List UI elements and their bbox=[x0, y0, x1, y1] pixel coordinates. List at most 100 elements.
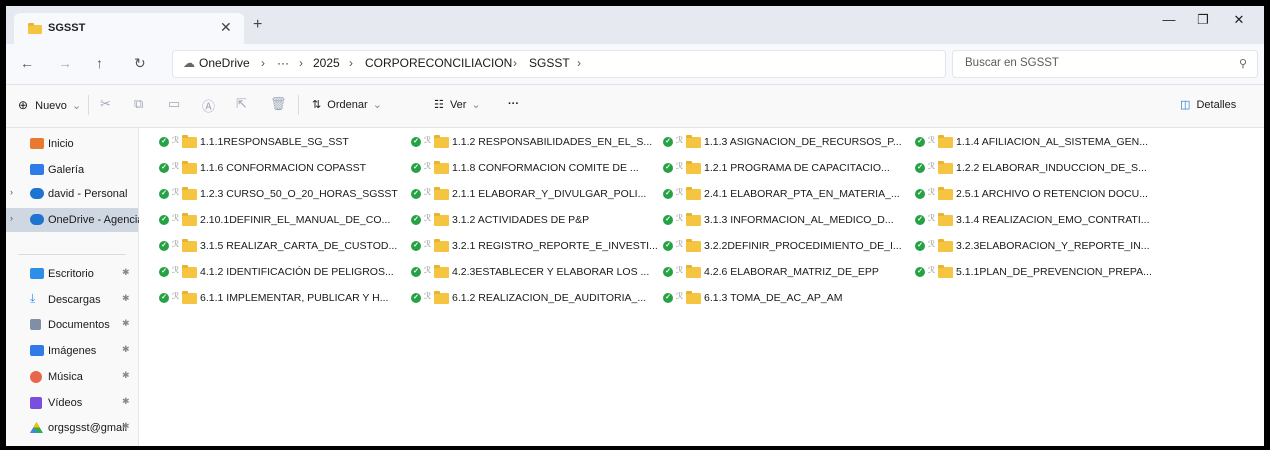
sidebar-item-onedrive-agencia[interactable]: › OneDrive - Agencia bbox=[6, 208, 143, 232]
view-label: Ver bbox=[449, 99, 467, 111]
minimize-button[interactable]: — bbox=[1152, 12, 1186, 32]
chevron-right-icon: › bbox=[577, 56, 581, 70]
sync-status-icon: ✓ bbox=[411, 215, 421, 225]
chevron-right-icon[interactable]: › bbox=[10, 213, 13, 223]
sync-status-icon: ✓ bbox=[915, 267, 925, 277]
pictures-icon bbox=[30, 345, 44, 356]
forward-button[interactable]: → bbox=[58, 55, 72, 71]
sidebar-item-label: orgsgsst@gmail bbox=[48, 422, 128, 434]
shared-person-icon: ℛ bbox=[676, 291, 684, 301]
tab-sgsst[interactable]: SGSST ✕ bbox=[14, 13, 244, 44]
sidebar-item-label: Música bbox=[48, 371, 83, 383]
copy-icon[interactable]: ⧉ bbox=[134, 96, 143, 112]
breadcrumb-2025[interactable]: 2025 bbox=[313, 56, 340, 70]
view-button[interactable]: ☷ Ver ⌄ bbox=[434, 98, 481, 111]
address-bar[interactable]: ☁ OneDrive › ··· › 2025 › CORPORECONCILI… bbox=[172, 50, 946, 78]
sidebar-item-galeria[interactable]: Galería bbox=[6, 158, 138, 182]
breadcrumb-onedrive[interactable]: OneDrive bbox=[199, 56, 250, 70]
folder-name: 2.1.1 ELABORAR_Y_DIVULGAR_POLI... bbox=[452, 188, 647, 200]
sidebar-item-inicio[interactable]: Inicio bbox=[6, 132, 138, 156]
sync-status-icon: ✓ bbox=[411, 189, 421, 199]
shared-person-icon: ℛ bbox=[172, 187, 180, 197]
sidebar-item-orgsgsst[interactable]: orgsgsst@gmail ✱ bbox=[6, 416, 138, 440]
rename-icon[interactable]: Ⓐ bbox=[202, 96, 215, 115]
pin-icon: ✱ bbox=[122, 370, 130, 380]
folder-name: 6.1.3 TOMA_DE_AC_AP_AM bbox=[704, 292, 843, 304]
sidebar-item-videos[interactable]: Vídeos ✱ bbox=[6, 391, 138, 415]
tab-close-icon[interactable]: ✕ bbox=[220, 19, 232, 36]
new-button[interactable]: ⊕ Nuevo ⌄ bbox=[18, 98, 81, 112]
sync-status-icon: ✓ bbox=[663, 189, 673, 199]
sidebar-item-label: david - Personal bbox=[48, 188, 128, 200]
file-explorer-window: SGSST ✕ + — ❐ ✕ ← → ↑ ↻ ☁ OneDrive › ···… bbox=[6, 6, 1264, 446]
sidebar-item-musica[interactable]: Música ✱ bbox=[6, 365, 138, 389]
back-button[interactable]: ← bbox=[20, 55, 34, 71]
share-icon[interactable]: ⇱ bbox=[236, 96, 247, 112]
folder-icon bbox=[686, 265, 701, 278]
up-button[interactable]: ↑ bbox=[96, 55, 103, 71]
delete-icon[interactable]: 🗑 bbox=[270, 96, 287, 112]
sort-button[interactable]: ⇅ Ordenar ⌄ bbox=[312, 98, 382, 111]
search-box[interactable]: Buscar en SGSST ⚲ bbox=[952, 50, 1258, 78]
sync-status-icon: ✓ bbox=[663, 163, 673, 173]
close-window-button[interactable]: ✕ bbox=[1222, 12, 1256, 32]
chevron-down-icon: ⌄ bbox=[471, 99, 481, 111]
shared-person-icon: ℛ bbox=[928, 187, 936, 197]
sync-status-icon: ✓ bbox=[159, 137, 169, 147]
shared-person-icon: ℛ bbox=[424, 265, 432, 275]
details-pane-icon: ◫ bbox=[1180, 99, 1191, 111]
folder-icon bbox=[686, 239, 701, 252]
home-icon bbox=[30, 138, 44, 149]
pin-icon: ✱ bbox=[122, 344, 130, 354]
folder-icon bbox=[434, 135, 449, 148]
folder-icon bbox=[938, 135, 953, 148]
drive-icon bbox=[30, 422, 43, 434]
folder-name: 3.1.3 INFORMACION_AL_MEDICO_D... bbox=[704, 214, 894, 226]
new-label: Nuevo bbox=[35, 100, 67, 112]
folder-icon bbox=[938, 213, 953, 226]
folder-name: 3.2.1 REGISTRO_REPORTE_E_INVESTI... bbox=[452, 240, 658, 252]
maximize-button[interactable]: ❐ bbox=[1186, 12, 1220, 32]
more-options-button[interactable]: ··· bbox=[508, 98, 519, 110]
cut-icon[interactable]: ✂ bbox=[100, 96, 111, 112]
sidebar-item-label: Galería bbox=[48, 164, 85, 176]
folder-icon bbox=[938, 187, 953, 200]
sync-status-icon: ✓ bbox=[411, 267, 421, 277]
shared-person-icon: ℛ bbox=[676, 161, 684, 171]
address-row: ← → ↑ ↻ ☁ OneDrive › ··· › 2025 › CORPOR… bbox=[6, 44, 1264, 85]
chevron-right-icon[interactable]: › bbox=[10, 187, 13, 197]
sync-status-icon: ✓ bbox=[915, 163, 925, 173]
shared-person-icon: ℛ bbox=[172, 291, 180, 301]
folder-name: 2.4.1 ELABORAR_PTA_EN_MATERIA_... bbox=[704, 188, 900, 200]
folder-name: 6.1.2 REALIZACION_DE_AUDITORIA_... bbox=[452, 292, 647, 304]
folder-name: 4.2.6 ELABORAR_MATRIZ_DE_EPP bbox=[704, 266, 879, 278]
sidebar-item-imagenes[interactable]: Imágenes ✱ bbox=[6, 339, 138, 363]
breadcrumb-more[interactable]: ··· bbox=[277, 56, 289, 70]
search-input[interactable]: Buscar en SGSST bbox=[965, 57, 1059, 69]
sync-status-icon: ✓ bbox=[411, 293, 421, 303]
shared-person-icon: ℛ bbox=[424, 239, 432, 249]
shared-person-icon: ℛ bbox=[424, 291, 432, 301]
sidebar-item-label: Imágenes bbox=[48, 345, 97, 357]
sidebar-item-david-personal[interactable]: › david - Personal bbox=[6, 182, 138, 206]
sidebar-item-descargas[interactable]: ⤓ Descargas ✱ bbox=[6, 288, 138, 312]
shared-person-icon: ℛ bbox=[172, 135, 180, 145]
shared-person-icon: ℛ bbox=[928, 135, 936, 145]
sidebar-item-documentos[interactable]: Documentos ✱ bbox=[6, 313, 138, 337]
breadcrumb-corporeconciliacion[interactable]: CORPORECONCILIACION bbox=[365, 56, 512, 70]
folder-name: 4.1.2 IDENTIFICACIÓN DE PELIGROS... bbox=[200, 266, 394, 278]
folder-name: 5.1.1PLAN_DE_PREVENCION_PREPA... bbox=[956, 266, 1152, 278]
new-tab-button[interactable]: + bbox=[253, 17, 262, 33]
folder-name: 3.1.5 REALIZAR_CARTA_DE_CUSTOD... bbox=[200, 240, 398, 252]
refresh-button[interactable]: ↻ bbox=[134, 55, 146, 72]
chevron-right-icon: › bbox=[261, 56, 265, 70]
paste-icon[interactable]: ▭ bbox=[168, 96, 180, 112]
details-button[interactable]: ◫ Detalles bbox=[1180, 98, 1236, 111]
command-bar: ⊕ Nuevo ⌄ ✂ ⧉ ▭ Ⓐ ⇱ 🗑 ⇅ Ordenar ⌄ ☷ Ver … bbox=[6, 85, 1264, 128]
shared-person-icon: ℛ bbox=[424, 187, 432, 197]
divider bbox=[298, 95, 299, 115]
search-icon: ⚲ bbox=[1238, 58, 1247, 70]
sidebar-item-escritorio[interactable]: Escritorio ✱ bbox=[6, 262, 138, 286]
breadcrumb-sgsst[interactable]: SGSST bbox=[529, 56, 570, 70]
folder-icon bbox=[938, 161, 953, 174]
